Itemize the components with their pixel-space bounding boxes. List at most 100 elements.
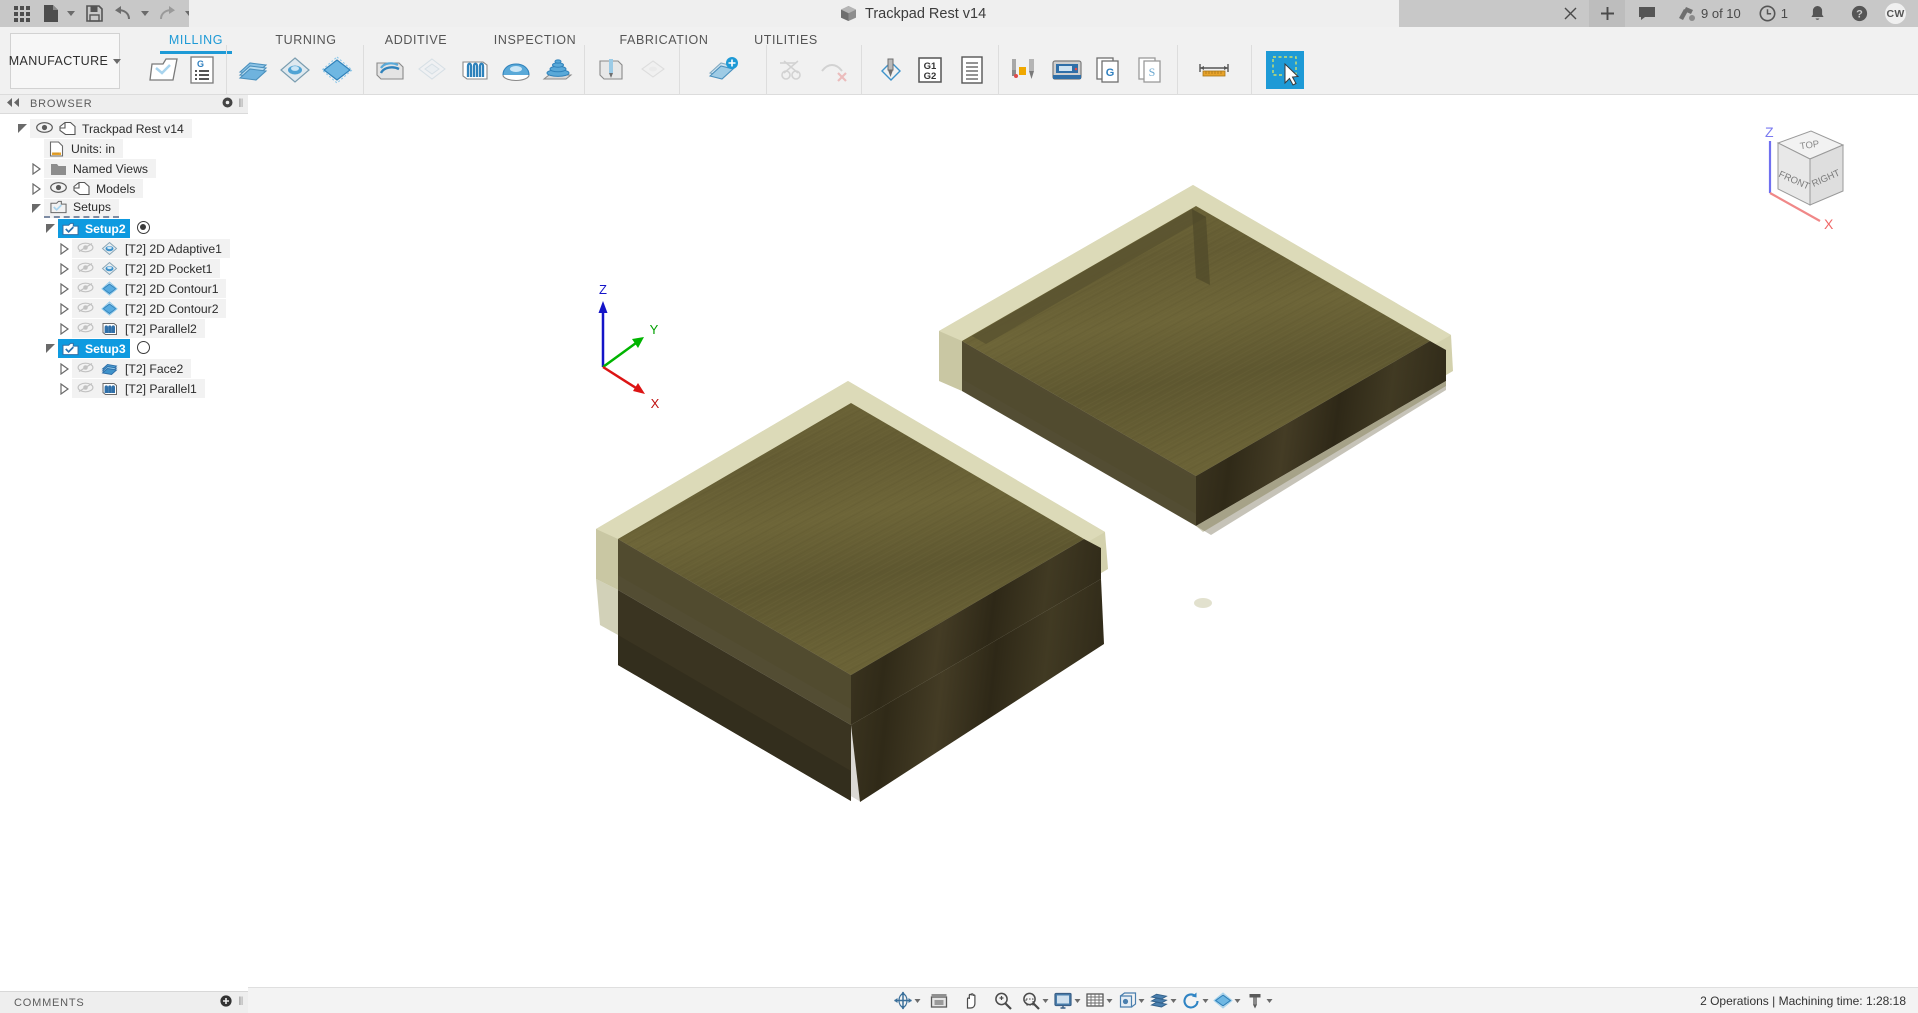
close-icon[interactable] [1552,0,1589,27]
trim-icon[interactable] [773,48,813,92]
expander-right-icon[interactable] [56,259,72,278]
grid-apps-icon[interactable] [6,0,38,27]
visibility-eye-off-icon[interactable] [77,242,94,255]
machine-icon[interactable] [1244,989,1275,1013]
tree-node-root[interactable]: Trackpad Rest v14 [0,119,248,138]
comment-icon[interactable] [1625,0,1669,27]
expander-right-icon[interactable] [56,379,72,398]
tree-node-setups[interactable]: Setups [0,199,248,218]
drill-icon[interactable] [591,48,631,92]
setup-active-marker[interactable] [137,341,150,357]
expander-right-icon[interactable] [56,359,72,378]
viewcube[interactable]: Z X TOP FRONT RIGHT [1748,115,1868,235]
3d-viewport[interactable]: Z Y X Z X TOP [248,95,1918,1001]
undo-icon[interactable] [110,0,136,27]
expander-right-icon[interactable] [56,279,72,298]
browser-resize-handle[interactable]: ⦀ [238,98,244,111]
visibility-eye-off-icon[interactable] [77,382,94,395]
help-icon[interactable]: ? [1838,0,1881,27]
post-process-icon[interactable]: G1G2 [910,48,950,92]
viewports-icon[interactable] [1116,989,1147,1013]
zoom-window-icon[interactable] [1020,989,1051,1013]
expander-down-icon[interactable] [42,219,58,238]
setup-active-marker[interactable] [137,221,150,237]
tree-node-operation[interactable]: [T2] 2D Pocket1 [0,259,248,278]
expander-down-icon[interactable] [28,199,44,218]
measure-icon[interactable] [1194,48,1234,92]
spiral-icon[interactable] [538,48,578,92]
parallel-icon[interactable] [454,48,494,92]
delete-toolpath-icon[interactable] [815,48,855,92]
visibility-eye-icon[interactable] [36,122,53,135]
bell-icon[interactable] [1797,0,1838,27]
visibility-eye-off-icon[interactable] [77,282,94,295]
tree-node-operation[interactable]: [T2] 2D Contour1 [0,279,248,298]
document-tab[interactable]: Trackpad Rest v14 [840,0,986,27]
add-comment-icon[interactable] [220,995,232,1010]
tool-library-icon[interactable] [1005,48,1045,92]
undo-caret-icon[interactable] [138,0,152,27]
select-window-icon[interactable] [1266,51,1304,89]
grid-snaps-icon[interactable] [1084,989,1115,1013]
zoom-icon[interactable] [988,989,1019,1013]
adaptive2d-icon[interactable] [275,48,315,92]
save-icon[interactable] [80,0,108,27]
viewport-scene[interactable]: Z Y X [248,95,1918,1001]
face-icon[interactable] [233,48,273,92]
expander-down-icon[interactable] [42,339,58,358]
expander-right-icon[interactable] [28,179,44,198]
workspace-selector[interactable]: MANUFACTURE [10,33,120,89]
plus-icon[interactable] [1589,0,1625,27]
redo-icon[interactable] [154,0,180,27]
bore-icon[interactable] [633,48,673,92]
visibility-eye-off-icon[interactable] [77,322,94,335]
adaptive3d-icon[interactable] [370,48,410,92]
comments-resize-handle[interactable]: ⦀ [238,996,244,1009]
pocket3d-icon[interactable] [412,48,452,92]
tree-node-operation[interactable]: [T2] 2D Contour2 [0,299,248,318]
expander-right-icon[interactable] [28,159,44,178]
tree-node-named-views[interactable]: Named Views [0,159,248,178]
expander-right-icon[interactable] [56,319,72,338]
expander-right-icon[interactable] [56,239,72,258]
comments-panel[interactable]: COMMENTS ⦀ [0,991,248,1013]
job-status-button[interactable]: 9 of 10 [1669,0,1750,27]
tree-node-setup2[interactable]: Setup2 [0,219,248,238]
visibility-eye-off-icon[interactable] [77,262,94,275]
setup-sheet-doc-icon[interactable] [952,48,992,92]
visibility-eye-icon[interactable] [50,182,67,195]
pan-icon[interactable] [956,989,987,1013]
tree-node-units[interactable]: Units: in [0,139,248,158]
section-analysis-icon[interactable] [1148,989,1179,1013]
tree-node-setup3[interactable]: Setup3 [0,339,248,358]
avatar[interactable]: CW [1881,0,1918,27]
browser-settings-icon[interactable] [222,97,233,111]
tree-node-models[interactable]: Models [0,179,248,198]
tree-node-operation[interactable]: [T2] Parallel1 [0,379,248,398]
expander-right-icon[interactable] [56,299,72,318]
machine-library-icon[interactable] [1047,48,1087,92]
expander-down-icon[interactable] [14,119,30,138]
multiaxis-icon[interactable] [703,48,743,92]
post-library-icon[interactable]: G [1089,48,1129,92]
tree-node-operation[interactable]: [T2] Face2 [0,359,248,378]
new-document-icon[interactable] [40,0,62,27]
visual-style-icon[interactable] [1212,989,1243,1013]
visibility-eye-off-icon[interactable] [77,362,94,375]
simulate-icon[interactable] [868,48,908,92]
setup-sheet-icon[interactable]: G [184,48,220,92]
contour2d-icon[interactable] [317,48,357,92]
scallop-icon[interactable] [496,48,536,92]
collapse-left-icon[interactable] [6,98,20,110]
origin-triad[interactable]: Z Y X [599,282,660,411]
fit-icon[interactable] [924,989,955,1013]
recent-button[interactable]: 1 [1750,0,1797,27]
template-library-icon[interactable]: S [1131,48,1171,92]
tree-node-operation[interactable]: [T2] Parallel2 [0,319,248,338]
refresh-icon[interactable] [1180,989,1211,1013]
setup-icon[interactable] [146,48,182,92]
visibility-eye-off-icon[interactable] [77,302,94,315]
tree-node-operation[interactable]: [T2] 2D Adaptive1 [0,239,248,258]
new-document-caret-icon[interactable] [64,0,78,27]
orbit-icon[interactable] [892,989,923,1013]
